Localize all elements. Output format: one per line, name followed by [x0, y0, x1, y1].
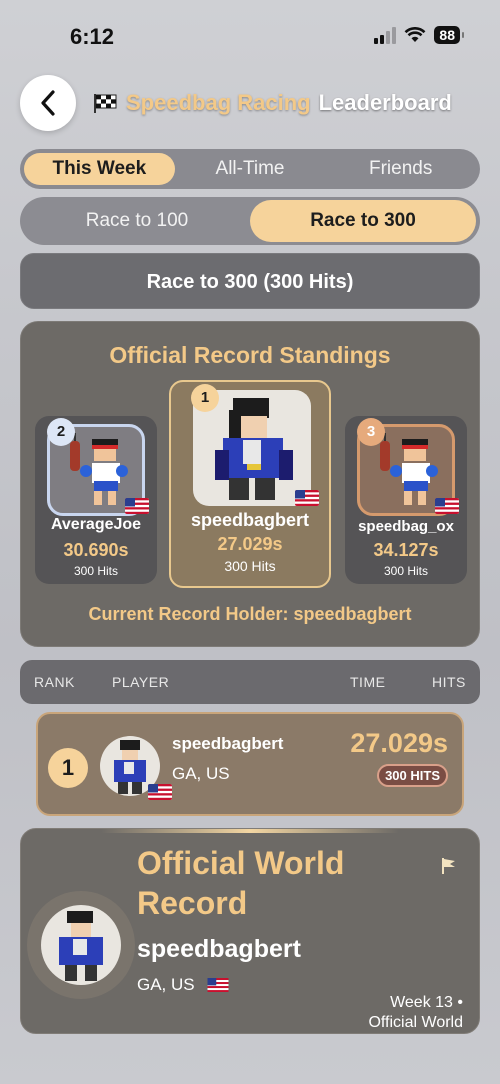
- col-rank: RANK: [34, 674, 75, 690]
- player-name: AverageJoe: [50, 516, 142, 533]
- tab-all-time[interactable]: All-Time: [175, 153, 326, 185]
- period-tabs: This Week All-Time Friends: [20, 149, 480, 189]
- us-flag-icon: [125, 498, 149, 514]
- podium-first[interactable]: 1 speedbagbert 27.029s 300 Hits: [169, 380, 331, 588]
- row-time: 27.029s: [350, 728, 448, 758]
- record-holder-text: Current Record Holder: speedbagbert: [88, 604, 412, 624]
- player-hits: 300 Hits: [383, 564, 429, 578]
- title-plain: Leaderboard: [318, 90, 452, 115]
- rank-badge: 2: [47, 418, 75, 446]
- flag-icon: [442, 858, 455, 874]
- podium-third[interactable]: 3 speedbag_ox 34.127s 300 Hits: [345, 416, 467, 584]
- chevron-left-icon: [41, 90, 55, 116]
- world-record-card[interactable]: Official World Record speedbagbert GA, U…: [20, 828, 480, 1034]
- row-player-name: speedbagbert: [172, 734, 284, 753]
- world-record-holder: speedbagbert: [137, 935, 301, 963]
- table-row[interactable]: 1 speedbagbert GA, US 27.029s 300 HITS: [36, 712, 464, 816]
- player-hits: 300 Hits: [224, 558, 276, 574]
- col-time: TIME: [350, 674, 386, 690]
- col-hits: HITS: [432, 674, 466, 690]
- us-flag-icon: [295, 490, 319, 506]
- battery-indicator: 88: [434, 26, 464, 44]
- status-time: 6:12: [70, 24, 115, 49]
- player-hits: 300 Hits: [73, 564, 119, 578]
- world-record-meta: Week 13 • Official World: [368, 993, 463, 1033]
- row-hits-badge: 300 HITS: [377, 764, 448, 787]
- title-accent: Speedbag Racing: [126, 90, 311, 115]
- page-title: Speedbag Racing Leaderboard: [92, 90, 452, 116]
- tab-this-week[interactable]: This Week: [24, 153, 175, 185]
- world-record-location: GA, US: [137, 975, 229, 995]
- rank-badge: 3: [357, 418, 385, 446]
- player-time: 30.690s: [63, 540, 129, 560]
- checkered-flag-icon: [94, 94, 117, 113]
- avatar: [41, 905, 121, 985]
- player-name: speedbag_ox: [358, 518, 454, 535]
- row-location: GA, US: [172, 764, 230, 783]
- player-time: 34.127s: [373, 540, 439, 560]
- us-flag-icon: [435, 498, 459, 514]
- back-button[interactable]: [20, 75, 76, 131]
- world-record-title: Official World Record: [137, 845, 345, 921]
- rank-badge: 1: [191, 384, 219, 412]
- race-tabs: Race to 100 Race to 300: [20, 197, 480, 245]
- col-player: PLAYER: [112, 674, 170, 690]
- meta-line-1: Week 13 •: [390, 994, 463, 1011]
- tab-race-300[interactable]: Race to 300: [250, 200, 476, 242]
- meta-line-2: Official World: [368, 1014, 463, 1031]
- table-header: RANK PLAYER TIME HITS: [20, 660, 480, 704]
- podium-second[interactable]: 2 AverageJoe 30.690s 300 Hits: [35, 416, 157, 584]
- cellular-signal-icon: [374, 26, 397, 44]
- location-text: GA, US: [137, 975, 195, 994]
- standings-title: Official Record Standings: [109, 342, 391, 368]
- status-icons: 88: [374, 26, 464, 44]
- wifi-icon: [405, 27, 426, 42]
- player-time: 27.029s: [217, 534, 283, 554]
- status-bar: 6:12 88: [0, 0, 500, 72]
- race-selector[interactable]: Race to 300 (300 Hits): [20, 253, 480, 309]
- tab-race-100[interactable]: Race to 100: [24, 200, 250, 242]
- record-standings-card: Official Record Standings 2 AverageJoe 3…: [20, 321, 480, 647]
- tab-friends[interactable]: Friends: [325, 153, 476, 185]
- us-flag-icon: [207, 978, 229, 992]
- player-name: speedbagbert: [190, 510, 310, 530]
- us-flag-icon: [148, 784, 172, 800]
- row-rank: 1: [48, 748, 88, 788]
